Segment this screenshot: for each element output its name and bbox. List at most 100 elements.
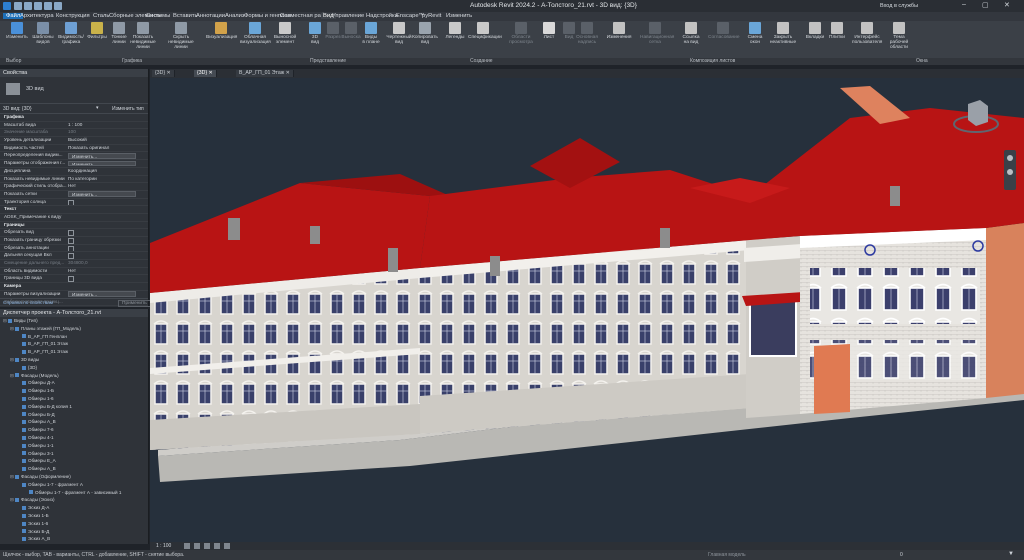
view-tab-2[interactable]: В_АР_ГП_01 Этаж ✕ — [236, 70, 294, 77]
tab-6[interactable]: Вставить — [173, 13, 198, 19]
browser-item[interactable]: Обмеры Б-Д копия 1 — [0, 403, 148, 411]
ribbon-button-31[interactable]: Тема рабочей области — [884, 22, 914, 50]
tab-14[interactable]: Enscape™ — [396, 13, 424, 19]
browser-item[interactable]: Обмеры 3-1 — [0, 450, 148, 458]
ribbon-button-29[interactable]: Плитки — [822, 22, 852, 40]
browser-item[interactable]: Эскиз А_В — [0, 535, 148, 543]
browser-item[interactable]: Обмеры 7-6 — [0, 426, 148, 434]
checkbox[interactable] — [68, 245, 74, 252]
browser-item[interactable]: {3D} — [0, 364, 148, 372]
checkbox[interactable] — [68, 253, 74, 260]
property-value[interactable] — [68, 229, 148, 236]
edit-type-button[interactable]: Изменить тип — [112, 106, 144, 112]
tab-3[interactable]: Сталь — [93, 13, 109, 19]
property-value[interactable]: Изменить... — [68, 191, 136, 198]
ribbon-button-27[interactable]: Закрыть неактивные — [768, 22, 798, 45]
property-row[interactable]: Переопределения видим... Изменить... — [0, 152, 148, 161]
revit-logo-icon[interactable] — [3, 2, 11, 10]
property-row[interactable]: Смещение дальнего пред... 304800,0 — [0, 260, 148, 268]
viewcube[interactable] — [968, 100, 988, 126]
tab-2[interactable]: Конструкция — [56, 13, 90, 19]
browser-item[interactable]: ⊟ 3D виды — [0, 356, 148, 364]
redo-icon[interactable] — [44, 2, 52, 10]
shadows-icon[interactable] — [214, 543, 220, 549]
ribbon-button-21[interactable]: Основная надпись — [572, 22, 602, 45]
property-section[interactable]: Графика — [0, 114, 148, 122]
3d-view-canvas[interactable] — [150, 78, 1024, 542]
save-icon[interactable] — [24, 2, 32, 10]
visual-style-icon[interactable] — [194, 543, 200, 549]
property-row[interactable]: Видимость частей Показать оригинал — [0, 145, 148, 153]
browser-item[interactable]: ⊟ Планы этажей (ГП_Модель) — [0, 325, 148, 333]
zoom-icon[interactable] — [1007, 169, 1013, 175]
tab-1[interactable]: Архитектура — [20, 13, 54, 19]
browser-item[interactable]: Обмеры Д-А — [0, 379, 148, 387]
instance-selector[interactable]: 3D вид: {3D} — [3, 106, 32, 112]
property-row[interactable]: Обрезать вид — [0, 229, 148, 237]
minimize-button[interactable]: – — [962, 1, 966, 8]
browser-item[interactable]: ⊟ Фасады (Оформление) — [0, 473, 148, 481]
ribbon-button-25[interactable]: Согласование — [708, 22, 740, 40]
property-value[interactable]: Изменить... — [68, 160, 136, 167]
ribbon-button-22[interactable]: Изменения — [604, 22, 634, 40]
property-section[interactable]: Камера — [0, 283, 148, 291]
ribbon-button-24[interactable]: Ссылка на вид — [676, 22, 706, 45]
ribbon-button-9[interactable]: Выносной элемент — [270, 22, 300, 45]
ribbon-button-15[interactable]: Копировать вид — [410, 22, 440, 45]
ribbon-button-26[interactable]: Смена окон — [740, 22, 770, 45]
browser-item[interactable]: Эскиз 1-6 — [0, 520, 148, 528]
browser-item[interactable]: Обмеры 4-1 — [0, 434, 148, 442]
property-value[interactable] — [68, 245, 148, 252]
property-section[interactable]: Границы — [0, 222, 148, 230]
property-row[interactable]: Уровень детализации Высокий — [0, 137, 148, 145]
property-row[interactable]: Масштаб вида 1 : 100 — [0, 122, 148, 130]
property-row[interactable]: Траектория солнца — [0, 199, 148, 207]
apply-button[interactable]: Применить — [118, 300, 151, 307]
open-icon[interactable] — [14, 2, 22, 10]
tab-5[interactable]: Системы — [146, 13, 170, 19]
active-model[interactable]: Главная модель — [708, 552, 746, 558]
ribbon-button-18[interactable]: Области просмотра — [506, 22, 536, 45]
property-row[interactable]: Показать границу обрезки — [0, 237, 148, 245]
close-button[interactable]: ✕ — [1004, 1, 1010, 9]
ribbon-button-30[interactable]: Интерфейс пользователя — [852, 22, 882, 45]
browser-item[interactable]: Обмеры 1-6 — [0, 395, 148, 403]
undo-icon[interactable] — [34, 2, 42, 10]
ribbon-button-5[interactable]: Показать невидимые линии — [128, 22, 158, 50]
property-value[interactable] — [68, 199, 148, 206]
ribbon-button-16[interactable]: Легенды — [440, 22, 470, 40]
print-icon[interactable] — [54, 2, 62, 10]
ribbon-button-8[interactable]: Облачная визуализация — [240, 22, 271, 45]
property-value[interactable] — [68, 237, 148, 244]
property-value[interactable]: Изменить... — [68, 152, 136, 159]
browser-item[interactable]: Эскиз 1-Б — [0, 512, 148, 520]
browser-item[interactable]: Обмеры 1-7 - фрагмент А - зависимый 1 — [0, 489, 148, 497]
signin-link[interactable]: Вход в службы — [880, 3, 918, 9]
ribbon-button-1[interactable]: Шаблоны видов — [28, 22, 58, 45]
view-scale[interactable]: 1 : 100 — [156, 543, 171, 549]
property-section[interactable]: Текст — [0, 206, 148, 214]
property-row[interactable]: Параметры отображения г... Изменить... — [0, 160, 148, 168]
browser-item[interactable]: Обмеры 1-1 — [0, 442, 148, 450]
ribbon-button-23[interactable]: Навигационная сетка — [640, 22, 674, 45]
detail-level-icon[interactable] — [184, 543, 190, 549]
ribbon-button-7[interactable]: Визуализация — [206, 22, 237, 40]
ribbon-button-13[interactable]: Виды в плане — [356, 22, 386, 45]
browser-item[interactable]: В_АР_ГП_01 Этаж — [0, 348, 148, 356]
checkbox[interactable] — [68, 230, 74, 236]
tab-7[interactable]: Аннотации — [196, 13, 225, 19]
view-tab-1[interactable]: {3D} ✕ — [194, 70, 217, 77]
property-value[interactable]: Изменить... — [68, 291, 136, 297]
crop-view-icon[interactable] — [224, 543, 230, 549]
browser-item[interactable]: ⊟ Фасады (Эскиз) — [0, 496, 148, 504]
property-value[interactable] — [68, 252, 148, 260]
property-row[interactable]: Графический стиль отобра... Нет — [0, 183, 148, 191]
tab-15[interactable]: pyRevit — [422, 13, 441, 19]
browser-item[interactable]: Обмеры А_В — [0, 418, 148, 426]
property-row[interactable]: Обрезать аннотации — [0, 245, 148, 253]
browser-item[interactable]: Обмеры Б-Д — [0, 411, 148, 419]
filter-icon[interactable]: ▼ — [1008, 551, 1014, 557]
browser-item[interactable]: Обмеры А_В — [0, 465, 148, 473]
browser-item[interactable]: Обмеры 1-Б — [0, 387, 148, 395]
tab-12[interactable]: Управление — [332, 13, 364, 19]
